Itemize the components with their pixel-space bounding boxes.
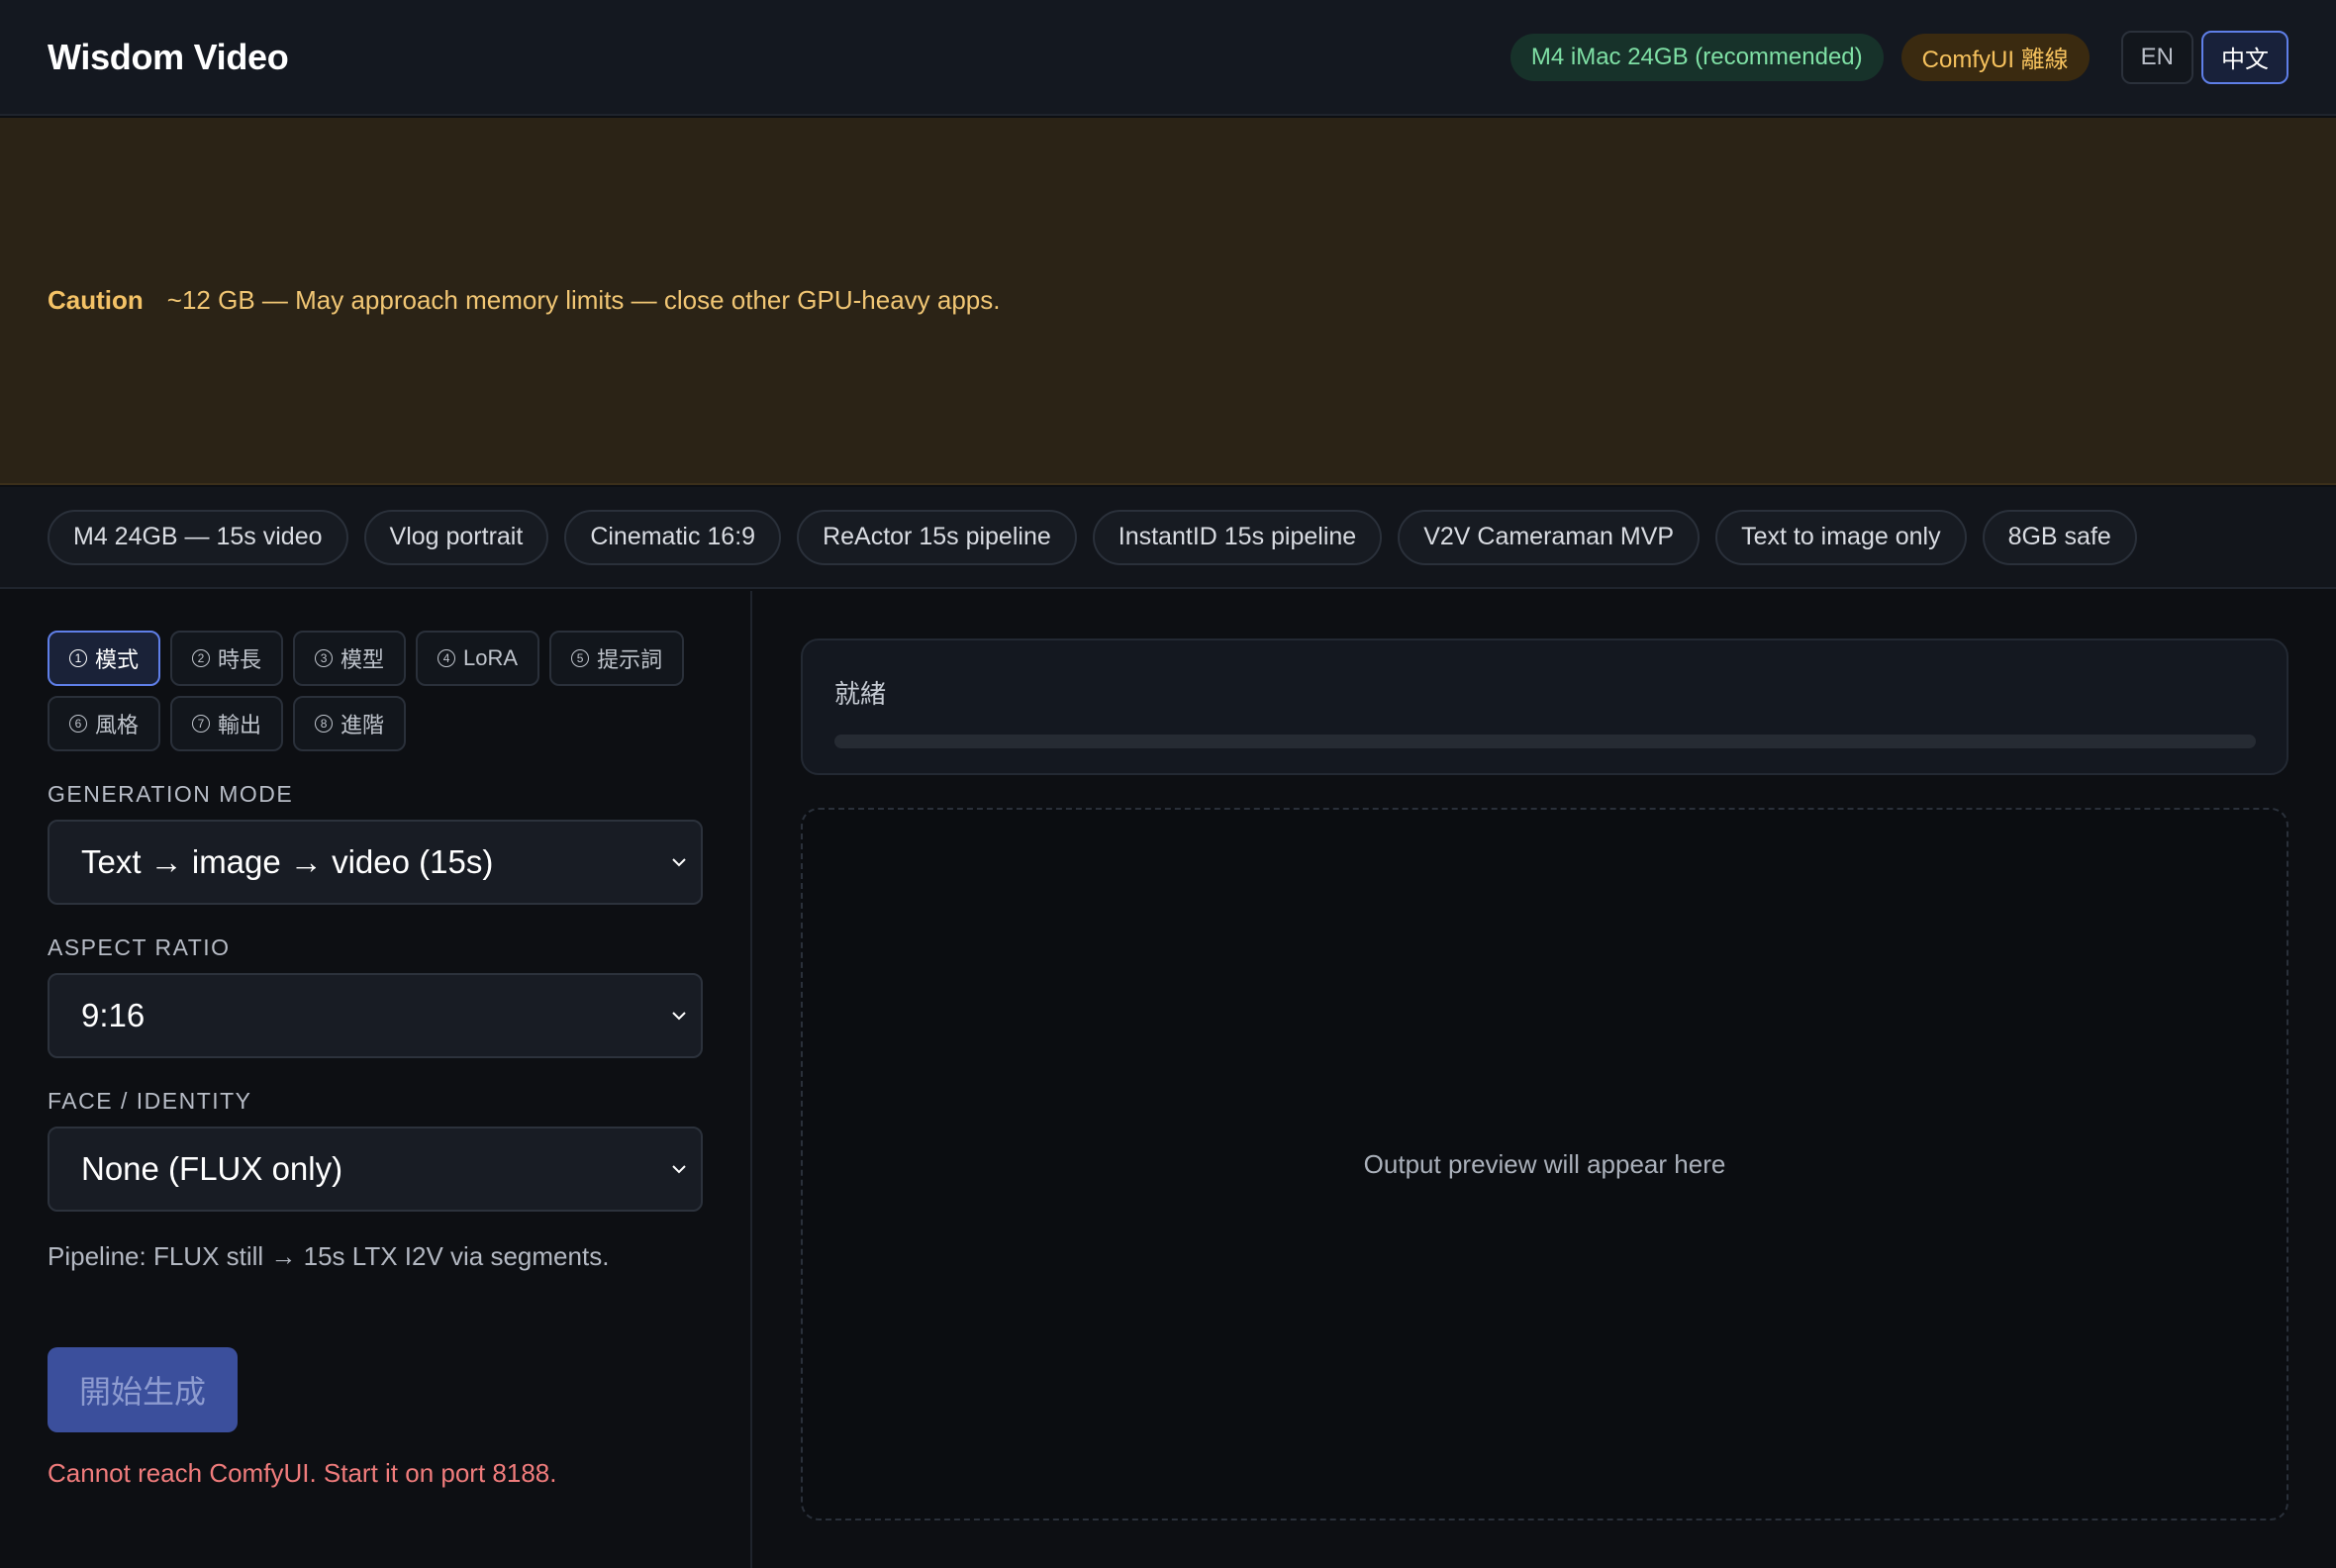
step-tabs: 1 模式 2 時長 3 模型 4 LoRA 5 提示詞 6 風格 7 輸出 8 xyxy=(48,631,711,751)
aspect-ratio-select[interactable]: 9:16 xyxy=(48,973,703,1058)
caution-banner: Caution ~12 GB — May approach memory lim… xyxy=(0,118,2336,485)
progress-bar xyxy=(834,735,2256,748)
preview-placeholder: Output preview will appear here xyxy=(1363,1148,1726,1179)
step-tab-lora[interactable]: 4 LoRA xyxy=(416,631,540,686)
comfyui-status-badge: ComfyUI 離線 xyxy=(1900,33,2090,81)
header-right: M4 iMac 24GB (recommended) ComfyUI 離線 EN… xyxy=(1509,30,2288,84)
chevron-down-icon xyxy=(667,1004,691,1028)
step-label: 模型 xyxy=(341,647,385,672)
step-number-icon: 7 xyxy=(192,715,211,733)
chevron-down-icon xyxy=(667,850,691,874)
preset-m4-24gb[interactable]: M4 24GB — 15s video xyxy=(48,509,348,565)
face-identity-select[interactable]: None (FLUX only) xyxy=(48,1127,703,1212)
app-title: Wisdom Video xyxy=(48,36,289,77)
step-tab-model[interactable]: 3 模型 xyxy=(293,631,407,686)
step-number-icon: 3 xyxy=(315,649,334,667)
face-identity-value: None (FLUX only) xyxy=(81,1150,343,1187)
step-label: 模式 xyxy=(95,647,140,672)
aspect-ratio-label: ASPECT RATIO xyxy=(48,934,231,960)
device-badge: M4 iMac 24GB (recommended) xyxy=(1509,33,1884,81)
step-number-icon: 6 xyxy=(69,715,87,733)
step-tab-advanced[interactable]: 8 進階 xyxy=(293,696,407,751)
step-label: 提示詞 xyxy=(597,647,663,672)
step-tab-prompt[interactable]: 5 提示詞 xyxy=(549,631,685,686)
preset-vlog-portrait[interactable]: Vlog portrait xyxy=(363,509,549,565)
step-tab-output[interactable]: 7 輸出 xyxy=(170,696,284,751)
step-tab-mode[interactable]: 1 模式 xyxy=(48,631,161,686)
step-label: 進階 xyxy=(341,713,385,737)
caution-text: ~12 GB — May approach memory limits — cl… xyxy=(166,285,1001,315)
language-zh-button[interactable]: 中文 xyxy=(2201,30,2288,84)
generation-mode-value: Text → image → video (15s) xyxy=(81,843,494,880)
language-en-button[interactable]: EN xyxy=(2120,30,2193,84)
preset-reactor[interactable]: ReActor 15s pipeline xyxy=(797,509,1077,565)
preset-8gb-safe[interactable]: 8GB safe xyxy=(1982,509,2137,565)
status-card: 就緒 xyxy=(801,638,2288,775)
preset-cinematic[interactable]: Cinematic 16:9 xyxy=(564,509,782,565)
generation-mode-select[interactable]: Text → image → video (15s) xyxy=(48,820,703,905)
step-number-icon: 2 xyxy=(192,649,211,667)
aspect-ratio-value: 9:16 xyxy=(81,997,146,1033)
preset-bar: M4 24GB — 15s video Vlog portrait Cinema… xyxy=(0,487,2336,589)
generation-mode-label: GENERATION MODE xyxy=(48,781,294,807)
error-message: Cannot reach ComfyUI. Start it on port 8… xyxy=(48,1458,557,1488)
app-header: Wisdom Video M4 iMac 24GB (recommended) … xyxy=(0,0,2336,116)
step-tab-style[interactable]: 6 風格 xyxy=(48,696,161,751)
step-number-icon: 5 xyxy=(571,649,590,667)
face-identity-label: FACE / IDENTITY xyxy=(48,1088,252,1114)
step-number-icon: 1 xyxy=(69,649,87,667)
caution-label: Caution xyxy=(48,285,144,315)
preset-text-to-image[interactable]: Text to image only xyxy=(1715,509,1967,565)
step-label: 風格 xyxy=(95,713,140,737)
step-number-icon: 4 xyxy=(438,649,456,667)
step-label: 時長 xyxy=(218,647,262,672)
settings-panel: 1 模式 2 時長 3 模型 4 LoRA 5 提示詞 6 風格 7 輸出 8 xyxy=(0,591,752,1568)
output-preview: Output preview will appear here xyxy=(801,808,2288,1520)
step-label: 輸出 xyxy=(218,713,262,737)
step-tab-duration[interactable]: 2 時長 xyxy=(170,631,284,686)
chevron-down-icon xyxy=(667,1157,691,1181)
generate-button[interactable]: 開始生成 xyxy=(48,1347,238,1432)
preset-instantid[interactable]: InstantID 15s pipeline xyxy=(1092,509,1383,565)
step-label: LoRA xyxy=(463,645,519,670)
step-number-icon: 8 xyxy=(315,715,334,733)
preset-v2v-cameraman[interactable]: V2V Cameraman MVP xyxy=(1398,509,1701,565)
status-text: 就緒 xyxy=(834,679,887,709)
pipeline-note: Pipeline: FLUX still → 15s LTX I2V via s… xyxy=(48,1241,610,1271)
